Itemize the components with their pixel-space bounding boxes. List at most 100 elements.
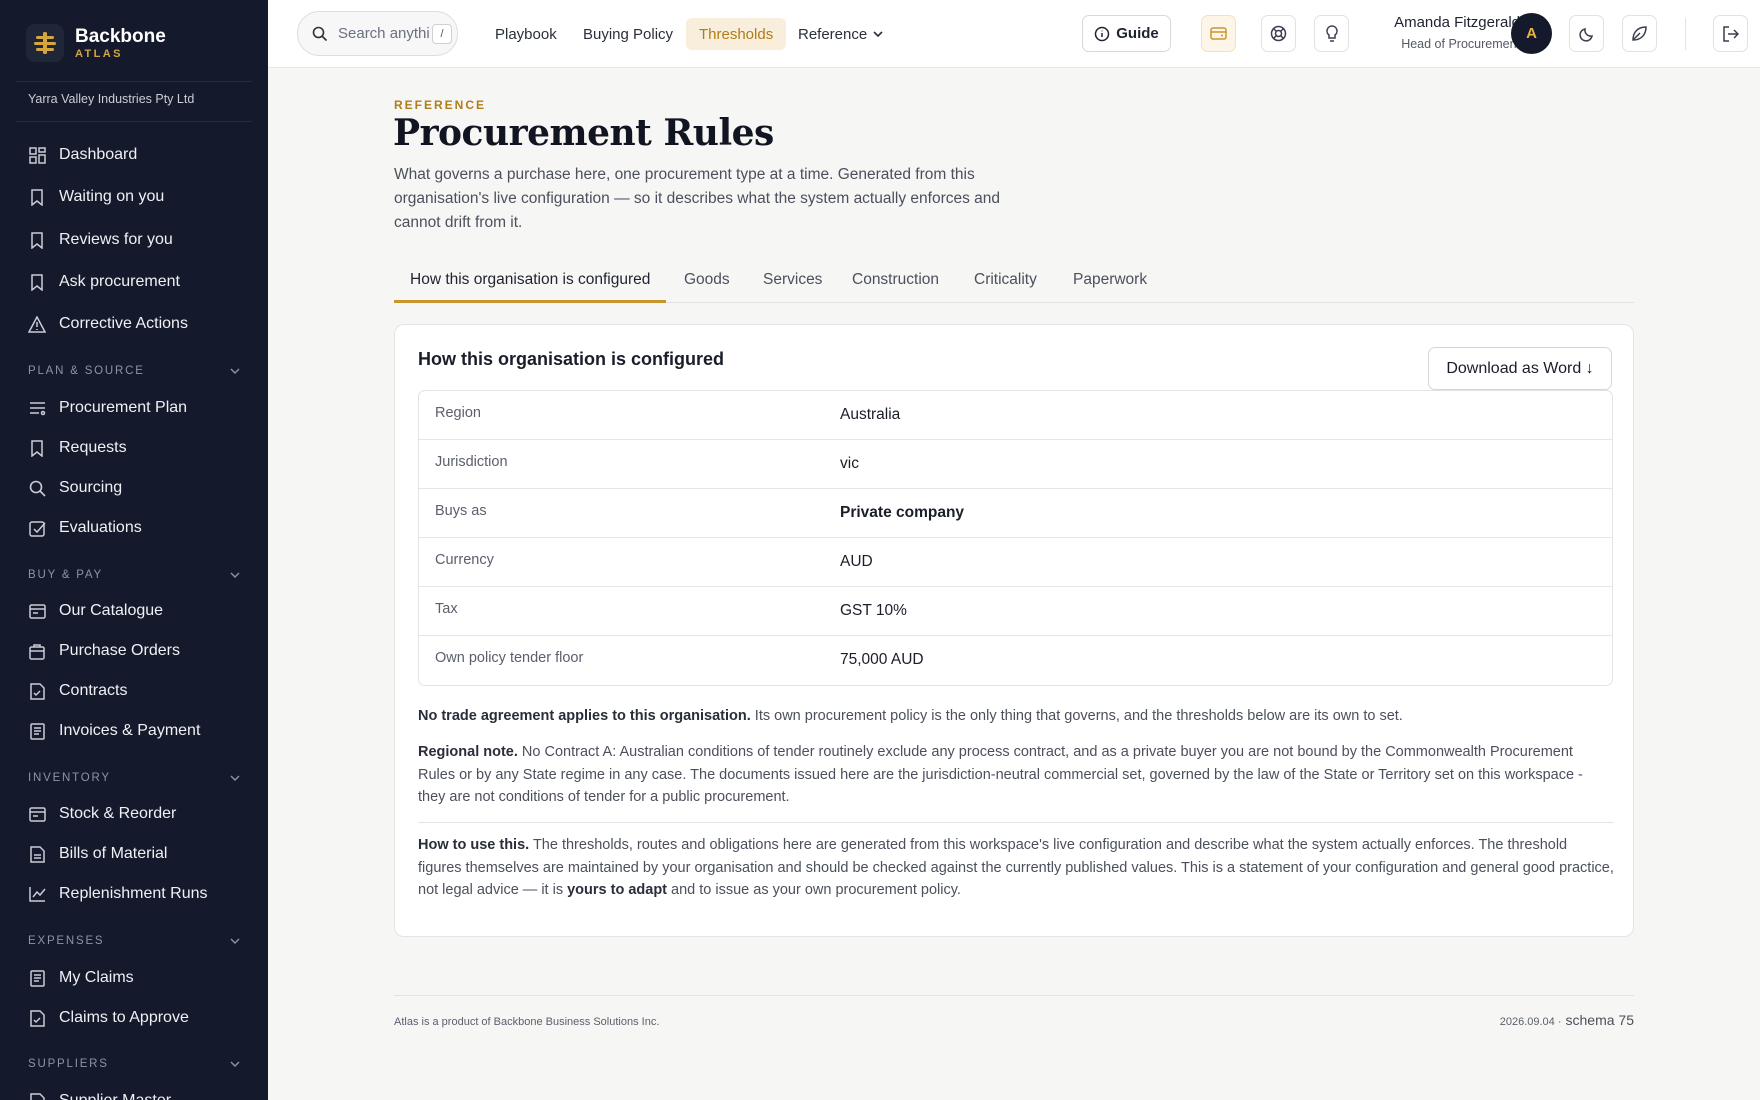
sidebar-item-corrective-actions[interactable]: Corrective Actions <box>28 309 188 339</box>
sidebar-item-requests[interactable]: Requests <box>28 433 127 463</box>
table-row: Buys as Private company <box>419 489 1612 538</box>
chevron-down-icon <box>230 1061 240 1067</box>
sidebar-item-procurement-plan[interactable]: Procurement Plan <box>28 393 187 423</box>
sidebar-item-label: Reviews for you <box>59 231 173 248</box>
receipt-icon <box>28 722 46 740</box>
sidebar-item-label: My Claims <box>59 969 134 986</box>
divider <box>394 995 1634 996</box>
download-word-button[interactable]: Download as Word ↓ <box>1428 347 1612 390</box>
card-title: How this organisation is configured <box>418 349 725 369</box>
backbone-logo-icon <box>26 24 64 62</box>
sidebar-item-label: Procurement Plan <box>59 399 188 416</box>
sidebar-item-label: Stock & Reorder <box>59 805 177 822</box>
schema-version: schema 75 <box>1565 1012 1634 1028</box>
sidebar-item-reviews-for-you[interactable]: Reviews for you <box>28 225 173 255</box>
nav-buying-policy[interactable]: Buying Policy <box>570 18 686 50</box>
list-icon <box>28 399 46 417</box>
version-number: 2026.09.04 · <box>1499 1016 1562 1028</box>
sidebar-item-sourcing[interactable]: Sourcing <box>28 473 122 503</box>
note-text: Its own procurement policy is the only t… <box>750 708 1403 724</box>
chevron-down-icon <box>230 368 240 374</box>
sidebar-item-label: Invoices & Payment <box>59 722 201 739</box>
tab-criticality[interactable]: Criticality <box>974 262 1037 303</box>
note-heading: How to use this. <box>418 837 530 853</box>
sidebar-item-contracts[interactable]: Contracts <box>28 676 127 706</box>
lifebuoy-icon <box>1270 25 1287 42</box>
guide-button[interactable]: Guide <box>1082 15 1171 52</box>
tab-configuration[interactable]: How this organisation is configured <box>394 262 667 303</box>
tab-construction[interactable]: Construction <box>852 262 939 303</box>
trade-agreement-note: No trade agreement applies to this organ… <box>418 705 1614 728</box>
brand[interactable]: Backbone ATLAS <box>26 24 166 62</box>
note-text: No Contract A: Australian conditions of … <box>418 744 1583 805</box>
tab-paperwork[interactable]: Paperwork <box>1073 262 1147 303</box>
search-input[interactable] <box>338 25 430 42</box>
section-plan-source[interactable]: PLAN & SOURCE <box>28 362 240 380</box>
sidebar: Backbone ATLAS Yarra Valley Industries P… <box>0 0 268 1100</box>
theme-toggle-button[interactable] <box>1569 15 1604 52</box>
section-suppliers[interactable]: SUPPLIERS <box>28 1055 240 1073</box>
section-inventory[interactable]: INVENTORY <box>28 769 240 787</box>
chevron-down-icon <box>230 775 240 781</box>
sidebar-item-claims-to-approve[interactable]: Claims to Approve <box>28 1003 189 1033</box>
sidebar-item-label: Purchase Orders <box>59 642 180 659</box>
row-label: Tax <box>435 601 458 617</box>
sidebar-item-my-claims[interactable]: My Claims <box>28 963 134 993</box>
sidebar-item-dashboard[interactable]: Dashboard <box>28 140 137 170</box>
help-button[interactable] <box>1261 15 1296 52</box>
sidebar-item-purchase-orders[interactable]: Purchase Orders <box>28 636 180 666</box>
sidebar-item-evaluations[interactable]: Evaluations <box>28 513 142 543</box>
sidebar-item-label: Ask procurement <box>59 273 180 290</box>
ideas-button[interactable] <box>1314 15 1349 52</box>
sign-out-button[interactable] <box>1713 15 1748 52</box>
row-label: Currency <box>435 552 494 568</box>
row-value: Private company <box>840 504 965 521</box>
wallet-button[interactable] <box>1201 15 1236 52</box>
sidebar-item-supplier-master[interactable]: Supplier Master <box>28 1086 171 1100</box>
section-title: BUY & PAY <box>28 569 104 581</box>
tab-goods[interactable]: Goods <box>684 262 730 303</box>
sidebar-item-label: Waiting on you <box>59 188 165 205</box>
row-value: AUD <box>840 553 873 570</box>
sidebar-item-ask-procurement[interactable]: Ask procurement <box>28 267 180 297</box>
nav-reference[interactable]: Reference <box>785 18 896 50</box>
feedback-button[interactable] <box>1622 15 1657 52</box>
brand-subtitle: ATLAS <box>75 47 123 60</box>
sidebar-item-waiting-on-you[interactable]: Waiting on you <box>28 182 164 212</box>
top-bar: / Playbook Buying Policy Thresholds Refe… <box>268 0 1760 68</box>
configuration-table: Region Australia Jurisdiction vic Buys a… <box>418 390 1613 686</box>
grid-icon <box>28 146 46 164</box>
how-to-use-note: How to use this. The thresholds, routes … <box>418 834 1614 902</box>
section-expenses[interactable]: EXPENSES <box>28 932 240 950</box>
row-label: Jurisdiction <box>435 454 508 470</box>
table-row: Own policy tender floor 75,000 AUD <box>419 636 1612 685</box>
sidebar-item-invoices-payment[interactable]: Invoices & Payment <box>28 716 200 746</box>
nav-thresholds[interactable]: Thresholds <box>686 18 787 50</box>
file-check-icon <box>28 1009 46 1027</box>
row-value: Australia <box>840 406 901 423</box>
configuration-card: How this organisation is configured Down… <box>394 324 1634 937</box>
bookmark-icon <box>28 439 46 457</box>
sign-out-icon <box>1722 25 1739 42</box>
sidebar-item-replenishment-runs[interactable]: Replenishment Runs <box>28 879 208 909</box>
tab-services[interactable]: Services <box>763 262 822 303</box>
sidebar-item-bills-of-material[interactable]: Bills of Material <box>28 839 167 869</box>
divider <box>16 81 252 82</box>
section-buy-pay[interactable]: BUY & PAY <box>28 566 240 584</box>
sidebar-item-label: Corrective Actions <box>59 315 188 332</box>
sidebar-item-label: Our Catalogue <box>59 602 164 619</box>
search-box[interactable]: / <box>297 11 458 56</box>
sidebar-item-label: Sourcing <box>59 479 123 496</box>
sidebar-item-label: Claims to Approve <box>59 1009 189 1026</box>
sidebar-item-label: Supplier Master <box>59 1092 171 1100</box>
sidebar-item-our-catalogue[interactable]: Our Catalogue <box>28 596 163 626</box>
brand-name: Backbone <box>75 25 166 47</box>
row-value: GST 10% <box>840 602 907 619</box>
footer-credit: Atlas is a product of Backbone Business … <box>394 1016 660 1028</box>
file-check-icon <box>28 682 46 700</box>
nav-playbook[interactable]: Playbook <box>482 18 570 50</box>
avatar[interactable]: A <box>1511 13 1552 54</box>
wallet-icon <box>1210 26 1227 41</box>
sidebar-item-stock-reorder[interactable]: Stock & Reorder <box>28 799 176 829</box>
org-name[interactable]: Yarra Valley Industries Pty Ltd <box>28 92 194 106</box>
